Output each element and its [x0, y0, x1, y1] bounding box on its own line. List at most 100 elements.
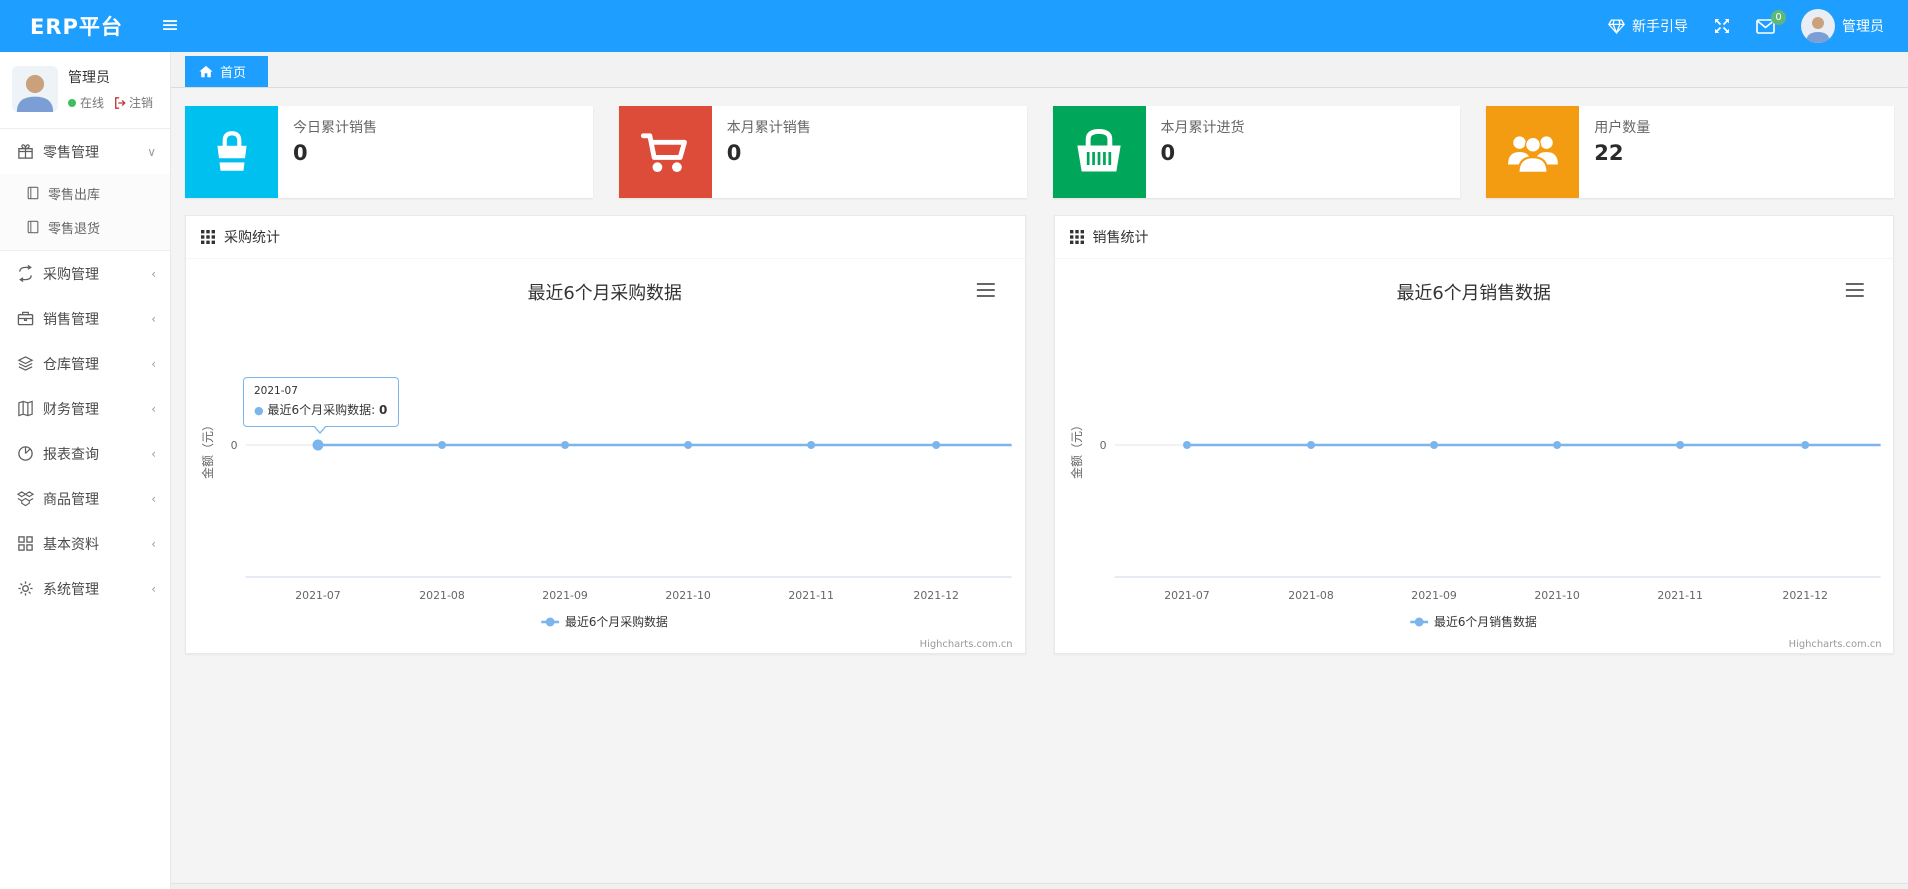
chart-context-menu-button[interactable] [976, 283, 995, 297]
sidebar-item-label: 商品管理 [43, 491, 99, 508]
main-area: 首页 今日累计销售 0 本月累计销售 0 本月累计进货 0 用户数量 22 采购… [171, 52, 1908, 889]
chevron-left-icon: ‹ [151, 401, 156, 416]
legend-item[interactable]: 最近6个月采购数据 [541, 614, 668, 629]
x-tick-label: 2021-07 [1164, 589, 1210, 602]
x-tick-label: 2021-10 [1534, 589, 1580, 602]
messages-button[interactable]: 0 [1756, 9, 1786, 34]
series-dot-icon: ● [254, 404, 264, 417]
pie-chart-icon [18, 446, 33, 461]
newbie-guide-button[interactable]: 新手引导 [1608, 16, 1688, 36]
sidebar-subitem-label: 零售退货 [48, 221, 101, 237]
x-tick-label: 2021-10 [665, 589, 711, 602]
user-menu[interactable]: 管理员 [1801, 9, 1884, 43]
chevron-left-icon: ‹ [151, 311, 156, 326]
legend-label: 最近6个月销售数据 [1434, 614, 1537, 629]
online-status-label: 在线 [80, 96, 105, 110]
stat-label: 用户数量 [1594, 120, 1651, 136]
sidebar-item-retail-return[interactable]: 零售退货 [0, 210, 170, 244]
tab-home[interactable]: 首页 [185, 56, 269, 87]
sidebar-item-retail[interactable]: 零售管理 ∨ [0, 129, 170, 174]
sidebar-item-reports[interactable]: 报表查询 ‹ [0, 431, 170, 476]
newbie-guide-label: 新手引导 [1632, 19, 1688, 35]
fullscreen-button[interactable] [1714, 18, 1730, 34]
sidebar-item-retail-outbound[interactable]: 零售出库 [0, 176, 170, 210]
sidebar-menu: 零售管理 ∨ 零售出库 零售退货 采购管理 ‹ 销售管理 ‹ 仓库管理 ‹ 财务… [0, 128, 170, 611]
stat-value: 0 [1160, 141, 1176, 165]
chevron-left-icon: ‹ [151, 581, 156, 596]
dashboard-content: 今日累计销售 0 本月累计销售 0 本月累计进货 0 用户数量 22 采购统计 … [171, 88, 1908, 654]
sidebar: 管理员 在线 注销 零售管理 ∨ 零售出库 零售退货 采购管理 ‹ 销售管理 ‹… [0, 52, 171, 889]
avatar [1801, 9, 1835, 43]
chevron-left-icon: ‹ [151, 446, 156, 461]
sidebar-avatar [12, 66, 58, 112]
refresh-icon [19, 265, 32, 282]
tab-bar: 首页 [171, 52, 1908, 88]
purchase-stats-panel: 采购统计 最近6个月采购数据 金额（元） 0 2021-07 2021-08 2… [185, 215, 1026, 654]
basket-icon [1052, 106, 1146, 198]
sidebar-item-label: 财务管理 [43, 401, 99, 418]
sales-chart: 最近6个月销售数据 金额（元） 0 2021-07 2021-08 2021-0… [1055, 259, 1894, 653]
tab-home-label: 首页 [220, 66, 247, 81]
sidebar-item-sales[interactable]: 销售管理 ‹ [0, 296, 170, 341]
chevron-left-icon: ‹ [151, 536, 156, 551]
cart-icon [618, 106, 712, 198]
stat-label: 本月累计销售 [726, 120, 811, 136]
users-icon [1486, 106, 1580, 198]
chart-title: 最近6个月销售数据 [1396, 283, 1550, 304]
sidebar-item-label: 销售管理 [43, 311, 99, 328]
gift-icon [18, 144, 33, 159]
stat-value: 0 [293, 141, 308, 165]
stat-card-month-purchase: 本月累计进货 0 [1052, 106, 1461, 198]
stat-card-today-sales: 今日累计销售 0 [185, 106, 593, 198]
x-tick-label: 2021-07 [295, 589, 341, 602]
sidebar-user-block: 管理员 在线 注销 [0, 52, 170, 128]
sidebar-item-label: 基本资料 [43, 536, 99, 553]
sidebar-item-label: 采购管理 [43, 266, 99, 283]
x-tick-label: 2021-12 [1782, 589, 1828, 602]
sidebar-item-warehouse[interactable]: 仓库管理 ‹ [0, 341, 170, 386]
stat-value: 22 [1594, 141, 1624, 165]
sidebar-item-basic-data[interactable]: 基本资料 ‹ [0, 521, 170, 566]
chevron-left-icon: ‹ [151, 266, 156, 281]
tooltip-header: 2021-07 [254, 385, 298, 397]
chart-tooltip: 2021-07 ● 最近6个月采购数据: 0 [243, 377, 399, 434]
online-dot-icon [68, 98, 76, 107]
x-tick-label: 2021-12 [913, 589, 959, 602]
file-icon [27, 186, 39, 200]
stat-label: 本月累计进货 [1160, 120, 1245, 136]
logout-label: 注销 [129, 96, 154, 110]
logout-link[interactable]: 注销 [114, 94, 153, 111]
chart-credits: Highcharts.com.cn [920, 639, 1013, 650]
sidebar-item-products[interactable]: 商品管理 ‹ [0, 476, 170, 521]
chart-title: 最近6个月采购数据 [528, 283, 682, 304]
sidebar-item-label: 仓库管理 [43, 356, 99, 373]
chart-context-menu-button[interactable] [1845, 283, 1864, 297]
sidebar-username: 管理员 [68, 70, 110, 86]
home-icon [199, 65, 213, 78]
bottom-divider [171, 883, 1908, 889]
sidebar-item-purchase[interactable]: 采购管理 ‹ [0, 251, 170, 296]
th-grid-icon [1069, 230, 1084, 244]
sign-out-icon [115, 96, 126, 109]
sidebar-item-system[interactable]: 系统管理 ‹ [0, 566, 170, 611]
briefcase-icon [17, 311, 34, 326]
grid-icon [18, 536, 33, 551]
sidebar-subitem-label: 零售出库 [48, 187, 101, 203]
sidebar-item-label: 报表查询 [43, 446, 99, 463]
retail-submenu: 零售出库 零售退货 [0, 174, 170, 251]
x-tick-label: 2021-08 [419, 589, 465, 602]
y-tick-label: 0 [1099, 439, 1106, 452]
x-tick-label: 2021-09 [542, 589, 588, 602]
sidebar-item-finance[interactable]: 财务管理 ‹ [0, 386, 170, 431]
shopping-bag-icon [185, 106, 278, 198]
book-icon [18, 400, 33, 417]
tooltip-series-label: 最近6个月采购数据: [267, 403, 376, 417]
purchase-chart: 最近6个月采购数据 金额（元） 0 2021-07 2021-08 2021-0… [186, 259, 1025, 653]
legend-item[interactable]: 最近6个月销售数据 [1409, 614, 1537, 629]
y-axis-title: 金额（元） [200, 419, 215, 479]
app-brand: ERP平台 [30, 15, 123, 39]
menu-icon[interactable]: ≡ [161, 15, 179, 37]
message-count-badge: 0 [1771, 9, 1786, 25]
sidebar-item-label: 零售管理 [43, 144, 99, 161]
top-navbar: ERP平台 ≡ 新手引导 0 管理员 [0, 0, 1908, 52]
